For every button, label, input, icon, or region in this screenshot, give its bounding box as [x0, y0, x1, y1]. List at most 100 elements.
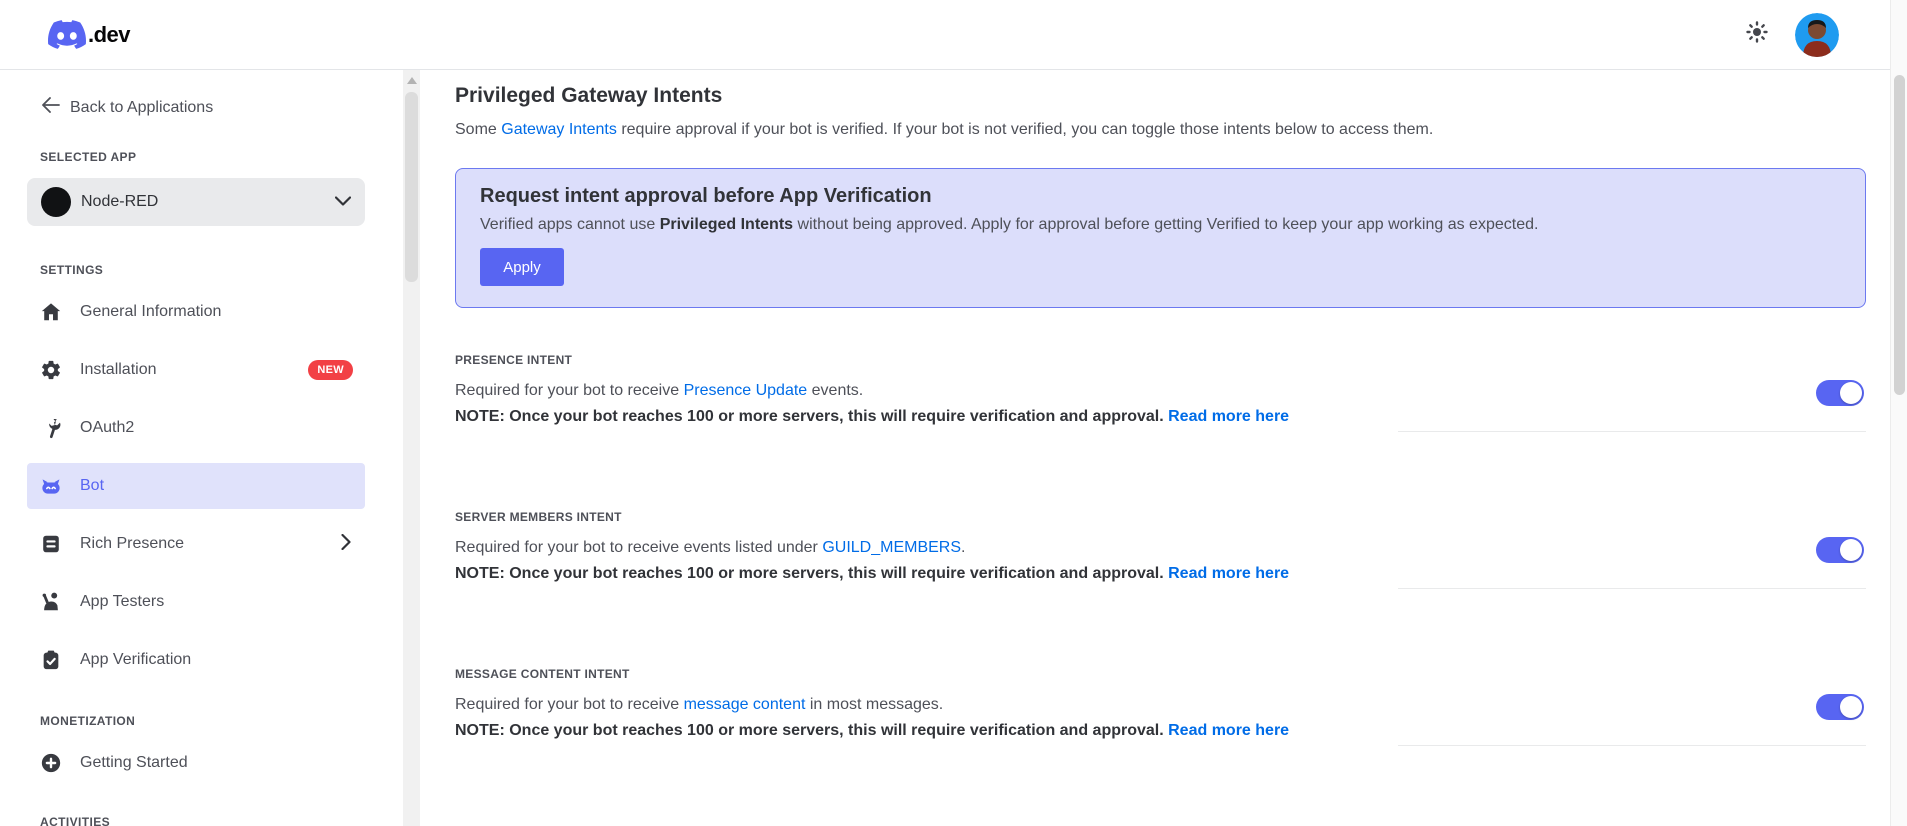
- toggle-knob: [1840, 696, 1862, 718]
- scroll-up-arrow-icon[interactable]: [406, 77, 417, 84]
- app-selector-dropdown[interactable]: Node-RED: [27, 178, 365, 226]
- sidebar-item-app-verification[interactable]: App Verification: [27, 637, 365, 683]
- desc-post: .: [961, 539, 966, 556]
- sidebar-item-app-testers[interactable]: App Testers: [27, 579, 365, 625]
- theme-toggle-button[interactable]: [1743, 21, 1771, 49]
- clipboard-check-icon: [40, 649, 62, 671]
- selected-app-label: SELECTED APP: [40, 150, 137, 164]
- apply-button[interactable]: Apply: [480, 248, 564, 286]
- intent-note: NOTE: Once your bot reaches 100 or more …: [455, 565, 1866, 582]
- banner-body: Verified apps cannot use Privileged Inte…: [480, 216, 1841, 234]
- top-header: .dev: [0, 0, 1907, 70]
- intent-label: PRESENCE INTENT: [455, 353, 573, 367]
- nav-item-label: General Information: [80, 303, 222, 320]
- intent-description: Required for your bot to receive Presenc…: [455, 382, 1866, 399]
- read-more-link[interactable]: Read more here: [1168, 565, 1289, 582]
- note-text: NOTE: Once your bot reaches 100 or more …: [455, 408, 1169, 425]
- guild-members-link[interactable]: GUILD_MEMBERS: [822, 539, 961, 556]
- sidebar-scrollbar-thumb[interactable]: [405, 92, 418, 282]
- desc-post: events.: [807, 382, 864, 399]
- presence-update-link[interactable]: Presence Update: [684, 382, 808, 399]
- sidebar-item-general-information[interactable]: General Information: [27, 289, 365, 335]
- intent-note: NOTE: Once your bot reaches 100 or more …: [455, 408, 1866, 425]
- desc-post: in most messages.: [805, 696, 944, 713]
- chevron-down-icon: [334, 193, 352, 211]
- discord-dev-logo[interactable]: .dev: [48, 20, 131, 49]
- nav-item-label: Rich Presence: [80, 535, 185, 552]
- message-content-link[interactable]: message content: [684, 696, 806, 713]
- message-content-intent-row: MESSAGE CONTENT INTENT Required for your…: [455, 667, 1866, 746]
- monetization-section-label: MONETIZATION: [40, 714, 136, 728]
- sidebar: Back to Applications SELECTED APP Node-R…: [0, 70, 403, 826]
- intent-note: NOTE: Once your bot reaches 100 or more …: [455, 722, 1866, 739]
- page-scrollbar-thumb[interactable]: [1894, 75, 1905, 395]
- intro-post: require approval if your bot is verified…: [616, 121, 1434, 138]
- intro-text: Some Gateway Intents require approval if…: [455, 120, 1866, 140]
- sidebar-item-bot[interactable]: Bot: [27, 463, 365, 509]
- intent-label: MESSAGE CONTENT INTENT: [455, 667, 630, 681]
- settings-nav: General Information Installation NEW OAu…: [27, 289, 403, 683]
- banner-body-post: without being approved. Apply for approv…: [793, 216, 1539, 233]
- main-content: Privileged Gateway Intents Some Gateway …: [420, 70, 1907, 826]
- toggle-knob: [1840, 382, 1862, 404]
- intent-list: PRESENCE INTENT Required for your bot to…: [455, 353, 1866, 746]
- sun-icon: [1745, 20, 1769, 49]
- wrench-icon: [40, 417, 62, 439]
- nav-item-label: Getting Started: [80, 754, 188, 771]
- intro-pre: Some: [455, 121, 502, 138]
- desc-pre: Required for your bot to receive: [455, 382, 684, 399]
- sidebar-item-installation[interactable]: Installation NEW: [27, 347, 365, 393]
- brand-suffix: .dev: [88, 21, 131, 47]
- server-members-intent-row: SERVER MEMBERS INTENT Required for your …: [455, 510, 1866, 589]
- sidebar-item-rich-presence[interactable]: Rich Presence: [27, 521, 365, 567]
- presence-intent-toggle[interactable]: [1816, 380, 1864, 406]
- intent-description: Required for your bot to receive events …: [455, 539, 1866, 556]
- note-text: NOTE: Once your bot reaches 100 or more …: [455, 565, 1169, 582]
- document-icon: [40, 533, 62, 555]
- divider: [1398, 745, 1866, 746]
- presence-intent-row: PRESENCE INTENT Required for your bot to…: [455, 353, 1866, 432]
- app-icon: [41, 187, 71, 217]
- nav-item-label: Installation: [80, 361, 157, 378]
- read-more-link[interactable]: Read more here: [1168, 722, 1289, 739]
- page-title: Privileged Gateway Intents: [455, 84, 723, 107]
- divider: [1398, 588, 1866, 589]
- new-badge: NEW: [308, 360, 353, 380]
- desc-pre: Required for your bot to receive events …: [455, 539, 823, 556]
- app-screen: .dev Back to Applications SELECTED APP N…: [0, 0, 1907, 826]
- activities-section-label: ACTIVITIES: [40, 815, 111, 826]
- header-actions: [1743, 12, 1859, 57]
- sidebar-scrollbar[interactable]: [403, 70, 420, 826]
- nav-item-label: Bot: [80, 477, 105, 494]
- intent-label: SERVER MEMBERS INTENT: [455, 510, 622, 524]
- back-to-applications-link[interactable]: Back to Applications: [42, 97, 403, 118]
- user-avatar[interactable]: [1795, 12, 1839, 57]
- intent-approval-banner: Request intent approval before App Verif…: [455, 168, 1866, 308]
- message-content-intent-toggle[interactable]: [1816, 694, 1864, 720]
- selected-app-name: Node-RED: [81, 193, 159, 210]
- sidebar-item-oauth2[interactable]: OAuth2: [27, 405, 365, 451]
- sidebar-item-getting-started[interactable]: Getting Started: [27, 740, 365, 786]
- server-members-intent-toggle[interactable]: [1816, 537, 1864, 563]
- chevron-right-icon: [341, 533, 351, 555]
- nav-item-label: App Verification: [80, 651, 192, 668]
- page-scrollbar[interactable]: [1890, 0, 1907, 826]
- intent-description: Required for your bot to receive message…: [455, 696, 1866, 713]
- divider: [1398, 431, 1866, 432]
- discord-logo-icon: [48, 20, 86, 49]
- nav-item-label: App Testers: [80, 593, 165, 610]
- home-icon: [40, 301, 62, 323]
- gear-icon: [40, 359, 62, 381]
- back-link-label: Back to Applications: [70, 98, 214, 116]
- read-more-link[interactable]: Read more here: [1168, 408, 1289, 425]
- monetization-nav: Getting Started: [27, 740, 403, 786]
- bot-icon: [40, 475, 62, 497]
- note-text: NOTE: Once your bot reaches 100 or more …: [455, 722, 1169, 739]
- gateway-intents-link[interactable]: Gateway Intents: [501, 121, 617, 138]
- banner-body-bold: Privileged Intents: [659, 216, 794, 233]
- settings-section-label: SETTINGS: [40, 263, 104, 277]
- banner-body-pre: Verified apps cannot use: [480, 216, 660, 233]
- desc-pre: Required for your bot to receive: [455, 696, 684, 713]
- back-arrow-icon: [42, 97, 60, 118]
- nav-item-label: OAuth2: [80, 419, 135, 436]
